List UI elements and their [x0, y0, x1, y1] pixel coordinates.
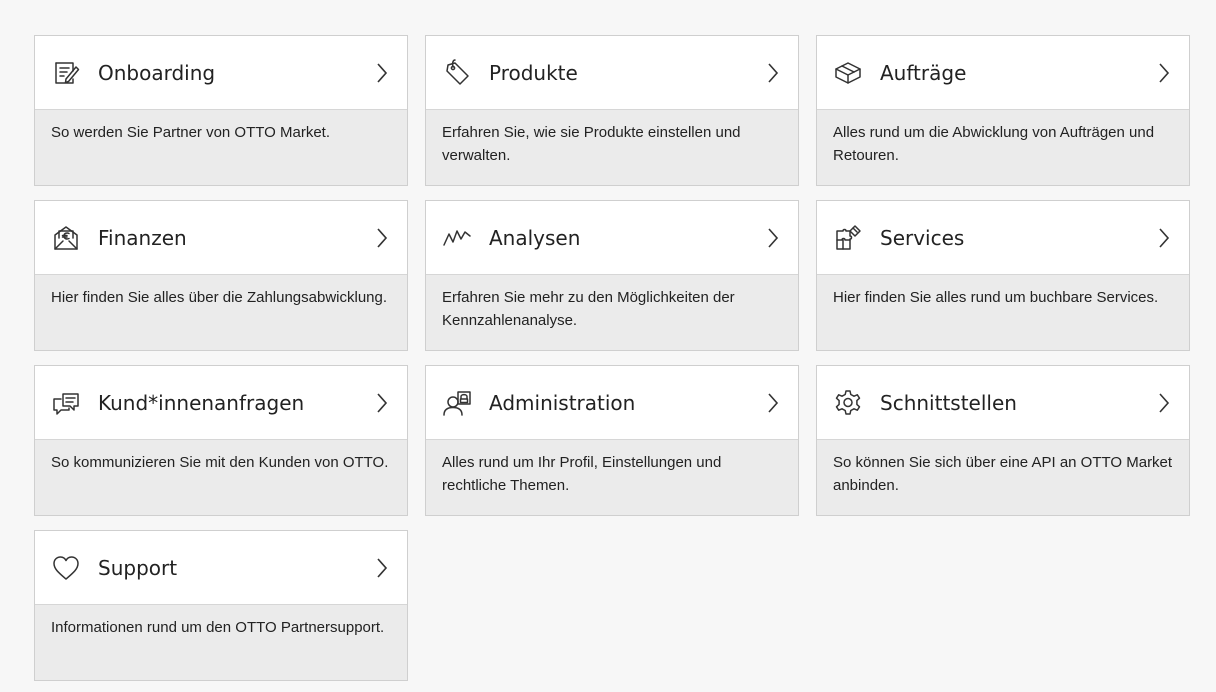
- card-administration[interactable]: Administration Alles rund um Ihr Profil,…: [425, 365, 799, 516]
- card-title: Support: [98, 555, 178, 580]
- card-title: Schnittstellen: [880, 390, 1017, 415]
- card-description: Alles rund um Ihr Profil, Einstellungen …: [426, 440, 798, 515]
- card-description: Erfahren Sie, wie sie Produkte einstelle…: [426, 110, 798, 185]
- chevron-right-icon: [766, 62, 780, 84]
- card-description: Erfahren Sie mehr zu den Möglichkeiten d…: [426, 275, 798, 350]
- package-box-icon: [833, 58, 863, 88]
- card-title: Finanzen: [98, 225, 187, 250]
- card-title: Aufträge: [880, 60, 967, 85]
- card-header[interactable]: Finanzen: [35, 201, 407, 275]
- chevron-right-icon: [375, 227, 389, 249]
- card-description: Hier finden Sie alles rund um buchbare S…: [817, 275, 1189, 350]
- card-title: Administration: [489, 390, 636, 415]
- chevron-right-icon: [766, 227, 780, 249]
- card-header[interactable]: Onboarding: [35, 36, 407, 110]
- edit-document-icon: [51, 58, 81, 88]
- card-description: So können Sie sich über eine API an OTTO…: [817, 440, 1189, 515]
- card-header[interactable]: Administration: [426, 366, 798, 440]
- card-header[interactable]: Produkte: [426, 36, 798, 110]
- card-finanzen[interactable]: Finanzen Hier finden Sie alles über die …: [34, 200, 408, 351]
- card-header[interactable]: Services: [817, 201, 1189, 275]
- puzzle-services-icon: [833, 223, 863, 253]
- card-header[interactable]: Schnittstellen: [817, 366, 1189, 440]
- card-services[interactable]: Services Hier finden Sie alles rund um b…: [816, 200, 1190, 351]
- card-analysen[interactable]: Analysen Erfahren Sie mehr zu den Möglic…: [425, 200, 799, 351]
- card-title: Analysen: [489, 225, 581, 250]
- card-produkte[interactable]: Produkte Erfahren Sie, wie sie Produkte …: [425, 35, 799, 186]
- user-lock-icon: [442, 388, 472, 418]
- card-description: Alles rund um die Abwicklung von Aufträg…: [817, 110, 1189, 185]
- card-title: Onboarding: [98, 60, 216, 85]
- chevron-right-icon: [1157, 62, 1171, 84]
- card-description: Hier finden Sie alles über die Zahlungsa…: [35, 275, 407, 350]
- money-envelope-icon: [51, 223, 81, 253]
- card-header[interactable]: Support: [35, 531, 407, 605]
- category-grid: Onboarding So werden Sie Partner von OTT…: [34, 35, 1190, 681]
- chat-bubbles-icon: [51, 388, 81, 418]
- card-title: Services: [880, 225, 965, 250]
- card-onboarding[interactable]: Onboarding So werden Sie Partner von OTT…: [34, 35, 408, 186]
- price-tag-icon: [442, 58, 472, 88]
- card-schnittstellen[interactable]: Schnittstellen So können Sie sich über e…: [816, 365, 1190, 516]
- analytics-line-icon: [442, 223, 472, 253]
- chevron-right-icon: [1157, 392, 1171, 414]
- card-header[interactable]: Aufträge: [817, 36, 1189, 110]
- chevron-right-icon: [1157, 227, 1171, 249]
- card-title: Kund*innenanfragen: [98, 390, 305, 415]
- heart-icon: [51, 553, 81, 583]
- card-support[interactable]: Support Informationen rund um den OTTO P…: [34, 530, 408, 681]
- card-description: So kommunizieren Sie mit den Kunden von …: [35, 440, 407, 515]
- card-kundinnenanfragen[interactable]: Kund*innenanfragen So kommunizieren Sie …: [34, 365, 408, 516]
- chevron-right-icon: [375, 392, 389, 414]
- card-description: Informationen rund um den OTTO Partnersu…: [35, 605, 407, 680]
- card-auftraege[interactable]: Aufträge Alles rund um die Abwicklung vo…: [816, 35, 1190, 186]
- chevron-right-icon: [375, 557, 389, 579]
- chevron-right-icon: [766, 392, 780, 414]
- chevron-right-icon: [375, 62, 389, 84]
- card-description: So werden Sie Partner von OTTO Market.: [35, 110, 407, 185]
- gear-icon: [833, 388, 863, 418]
- card-title: Produkte: [489, 60, 578, 85]
- card-header[interactable]: Analysen: [426, 201, 798, 275]
- card-header[interactable]: Kund*innenanfragen: [35, 366, 407, 440]
